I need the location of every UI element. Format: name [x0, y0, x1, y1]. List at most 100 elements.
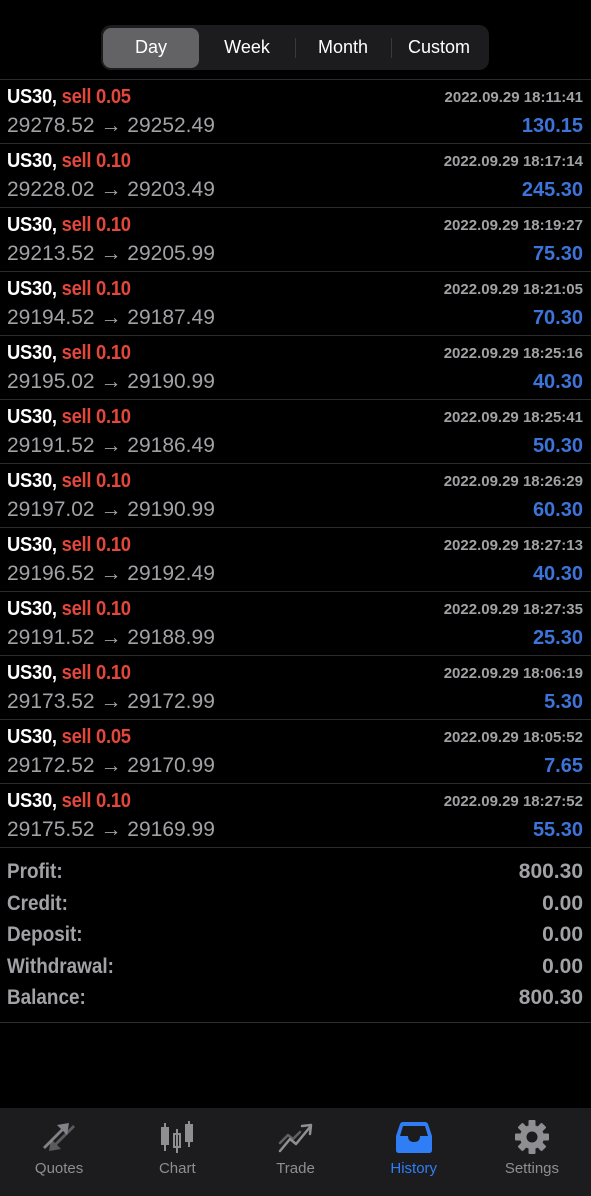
trade-row[interactable]: US30, sell 0.10 2022.09.29 18:27:35 29191.…: [0, 592, 591, 656]
trade-row[interactable]: US30, sell 0.10 2022.09.29 18:25:16 29195.…: [0, 336, 591, 400]
trade-profit: 130.15: [521, 115, 583, 137]
trade-profit: 60.30: [532, 499, 583, 521]
close-price: 29170.99: [127, 754, 215, 777]
period-tab-custom[interactable]: Custom: [391, 28, 487, 68]
trade-prices: 29195.02 → 29190.99: [7, 370, 215, 394]
summary-label: Balance:: [7, 986, 86, 1009]
summary-value: 0.00: [542, 954, 583, 978]
period-segmented-control: Day Week Month Custom: [101, 25, 489, 70]
period-tab-month[interactable]: Month: [295, 28, 391, 68]
trade-symbol: US30,: [7, 790, 57, 812]
period-tab-day[interactable]: Day: [103, 27, 199, 68]
trade-side-volume: sell 0.10: [61, 342, 131, 364]
trade-profit: 7.65: [544, 755, 583, 777]
trade-prices: 29213.52 → 29205.99: [7, 242, 215, 266]
trade-side-volume: sell 0.10: [61, 534, 131, 556]
trade-symbol: US30,: [7, 406, 57, 428]
gear-icon: [514, 1120, 549, 1154]
trade-symbol-side: US30, sell 0.10: [7, 598, 131, 621]
trade-row[interactable]: US30, sell 0.10 2022.09.29 18:17:14 29228.…: [0, 144, 591, 208]
trade-row[interactable]: US30, sell 0.10 2022.09.29 18:21:05 29194.…: [0, 272, 591, 336]
trade-prices: 29194.52 → 29187.49: [7, 306, 215, 330]
arrow-icon: →: [100, 242, 122, 265]
summary-label: Credit:: [7, 891, 68, 915]
quotes-icon: [43, 1123, 76, 1151]
trade-symbol: US30,: [7, 598, 57, 620]
tab-label: Trade: [276, 1160, 315, 1177]
trade-symbol-side: US30, sell 0.05: [7, 86, 131, 109]
bottom-tab-bar: Quotes Chart Trade History Settings: [0, 1108, 591, 1196]
tab-chart[interactable]: Chart: [118, 1108, 236, 1196]
trade-symbol: US30,: [7, 278, 57, 300]
trade-side-volume: sell 0.10: [61, 790, 131, 812]
arrow-icon: →: [100, 434, 122, 457]
trade-datetime: 2022.09.29 18:05:52: [443, 729, 583, 746]
trade-prices: 29196.52 → 29192.49: [7, 562, 215, 586]
close-price: 29190.99: [127, 370, 215, 393]
summary-label: Withdrawal:: [7, 954, 114, 978]
close-price: 29190.99: [127, 498, 215, 521]
open-price: 29197.02: [7, 498, 95, 521]
trade-side-volume: sell 0.10: [61, 598, 131, 620]
period-tab-week[interactable]: Week: [199, 28, 295, 68]
trade-row[interactable]: US30, sell 0.10 2022.09.29 18:27:52 29175.…: [0, 784, 591, 848]
arrow-icon: →: [100, 178, 122, 201]
trade-datetime: 2022.09.29 18:19:27: [443, 217, 583, 234]
open-price: 29172.52: [7, 754, 95, 777]
trade-profit: 75.30: [532, 243, 583, 265]
trade-profit: 55.30: [532, 819, 583, 841]
trade-side-volume: sell 0.05: [61, 726, 131, 748]
tab-label: Quotes: [34, 1160, 84, 1177]
close-price: 29205.99: [127, 242, 215, 265]
trade-row[interactable]: US30, sell 0.10 2022.09.29 18:19:27 29213.…: [0, 208, 591, 272]
open-price: 29173.52: [7, 690, 95, 713]
arrow-icon: →: [100, 690, 122, 713]
trade-profit: 40.30: [532, 563, 583, 585]
trade-row[interactable]: US30, sell 0.05 2022.09.29 18:11:41 29278.…: [0, 80, 591, 144]
trade-datetime: 2022.09.29 18:11:41: [444, 89, 583, 106]
trade-datetime: 2022.09.29 18:25:16: [443, 345, 583, 362]
tab-label: Chart: [158, 1160, 196, 1177]
tab-settings[interactable]: Settings: [473, 1108, 591, 1196]
trade-side-volume: sell 0.10: [61, 214, 131, 236]
trade-symbol-side: US30, sell 0.10: [7, 790, 131, 813]
close-price: 29172.99: [127, 690, 215, 713]
trade-prices: 29191.52 → 29188.99: [7, 626, 215, 650]
tab-history[interactable]: History: [355, 1108, 473, 1196]
trade-side-volume: sell 0.05: [61, 86, 131, 108]
trade-symbol: US30,: [7, 662, 57, 684]
tab-trade[interactable]: Trade: [236, 1108, 354, 1196]
open-price: 29195.02: [7, 370, 95, 393]
trade-history-list: US30, sell 0.05 2022.09.29 18:11:41 29278.…: [0, 79, 591, 848]
tab-label: History: [390, 1160, 438, 1177]
trade-datetime: 2022.09.29 18:06:19: [443, 665, 583, 682]
close-price: 29203.49: [127, 178, 215, 201]
trade-datetime: 2022.09.29 18:17:14: [443, 153, 583, 170]
open-price: 29228.02: [7, 178, 95, 201]
trade-row[interactable]: US30, sell 0.10 2022.09.29 18:27:13 29196.…: [0, 528, 591, 592]
trade-row[interactable]: US30, sell 0.10 2022.09.29 18:06:19 29173.…: [0, 656, 591, 720]
summary-value: 0.00: [542, 923, 583, 946]
summary-value: 800.30: [518, 986, 583, 1009]
trade-side-volume: sell 0.10: [61, 662, 131, 684]
trade-symbol-side: US30, sell 0.10: [7, 662, 131, 685]
trade-row[interactable]: US30, sell 0.10 2022.09.29 18:25:41 29191.…: [0, 400, 591, 464]
trade-row[interactable]: US30, sell 0.10 2022.09.29 18:26:29 29197.…: [0, 464, 591, 528]
trade-profit: 50.30: [532, 435, 583, 457]
trade-profit: 245.30: [521, 179, 583, 201]
trade-prices: 29278.52 → 29252.49: [7, 114, 215, 138]
trade-datetime: 2022.09.29 18:26:29: [443, 473, 583, 490]
summary-value: 800.30: [518, 860, 583, 883]
open-price: 29191.52: [7, 626, 95, 649]
trade-side-volume: sell 0.10: [61, 470, 131, 492]
close-price: 29186.49: [127, 434, 215, 457]
trade-symbol: US30,: [7, 342, 57, 364]
arrow-icon: →: [100, 498, 122, 521]
summary-label: Deposit:: [7, 923, 83, 946]
trade-row[interactable]: US30, sell 0.05 2022.09.29 18:05:52 29172.…: [0, 720, 591, 784]
tab-quotes[interactable]: Quotes: [0, 1108, 118, 1196]
summary-profit-row: Profit: 800.30: [0, 858, 591, 890]
arrow-icon: →: [100, 306, 122, 329]
trade-prices: 29228.02 → 29203.49: [7, 178, 215, 202]
trade-symbol: US30,: [7, 470, 57, 492]
